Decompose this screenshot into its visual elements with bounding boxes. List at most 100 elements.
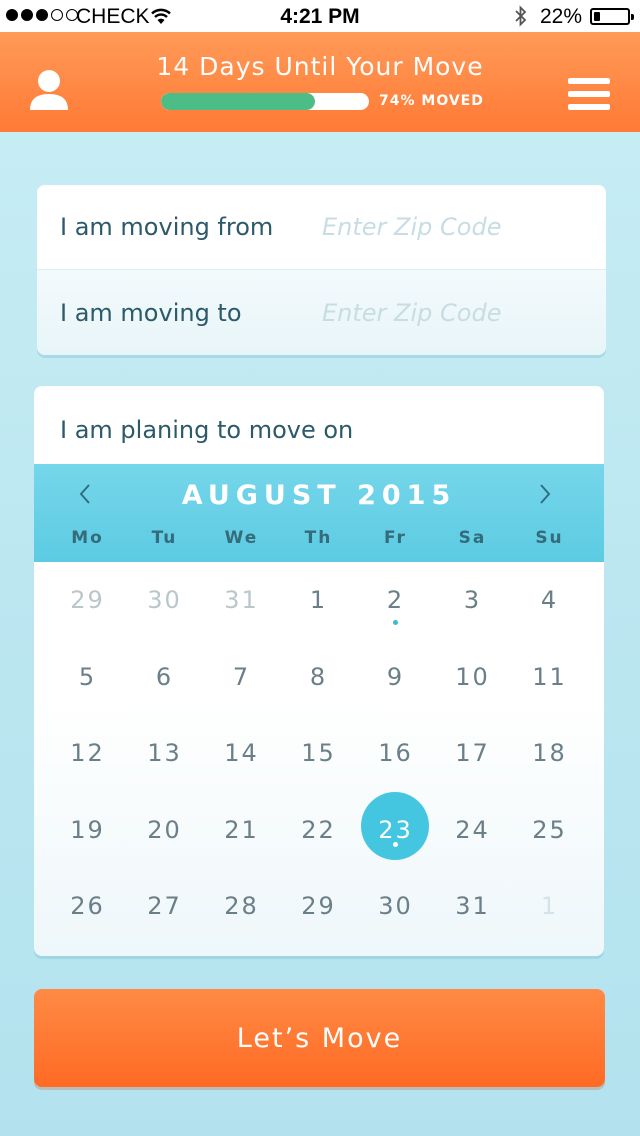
calendar-day[interactable]: 16 bbox=[357, 715, 434, 791]
weekday-label: Sa bbox=[458, 528, 487, 548]
calendar-day-selected[interactable]: 23 bbox=[357, 791, 434, 868]
calendar-day-number: 29 bbox=[301, 892, 336, 920]
weekday-header-row: Mo Tu We Th Fr Sa Su bbox=[49, 528, 589, 548]
calendar-day-number: 31 bbox=[224, 586, 259, 614]
calendar-day[interactable]: 24 bbox=[434, 792, 511, 868]
weekday-label: Su bbox=[535, 528, 564, 548]
status-bar: CHECK 4:21 PM 22% bbox=[0, 0, 640, 32]
lets-move-button[interactable]: Let’s Move bbox=[34, 989, 605, 1087]
calendar-day[interactable]: 2 bbox=[357, 562, 434, 638]
calendar-day-number: 30 bbox=[378, 892, 413, 920]
weekday-label: We bbox=[224, 528, 259, 548]
calendar-day[interactable]: 9 bbox=[357, 639, 434, 715]
calendar-day-number: 1 bbox=[540, 892, 559, 920]
calendar-month-title: AUGUST 2015 bbox=[181, 480, 457, 511]
calendar-day-number: 15 bbox=[301, 739, 336, 767]
calendar-day-number: 1 bbox=[309, 586, 328, 614]
event-dot-indicator bbox=[393, 841, 398, 847]
calendar-day[interactable]: 30 bbox=[126, 562, 203, 638]
calendar-day[interactable]: 6 bbox=[126, 639, 203, 715]
calendar-day-number: 29 bbox=[70, 586, 105, 614]
calendar-day-number: 10 bbox=[455, 662, 490, 691]
moving-from-label: I am moving from bbox=[60, 213, 274, 241]
calendar-day-number: 2 bbox=[386, 586, 405, 614]
calendar-day-number: 23 bbox=[378, 815, 413, 844]
calendar-day[interactable]: 8 bbox=[280, 639, 357, 715]
calendar-day[interactable]: 27 bbox=[126, 868, 203, 944]
calendar-day[interactable]: 15 bbox=[280, 715, 357, 791]
calendar-day[interactable]: 30 bbox=[357, 868, 434, 944]
calendar-day-number: 25 bbox=[532, 815, 567, 844]
calendar-day-number: 13 bbox=[147, 739, 182, 767]
calendar-day[interactable]: 13 bbox=[126, 715, 203, 791]
bluetooth-icon bbox=[514, 5, 528, 33]
move-countdown-title: 14 Days Until Your Move bbox=[156, 52, 484, 81]
calendar-day[interactable]: 17 bbox=[434, 715, 511, 791]
calendar-day[interactable]: 3 bbox=[434, 562, 511, 638]
calendar-day[interactable]: 1 bbox=[280, 562, 357, 638]
calendar-day-number: 27 bbox=[147, 892, 182, 920]
calendar-day-number: 18 bbox=[532, 739, 567, 767]
calendar-day-number: 4 bbox=[540, 586, 559, 614]
calendar-day[interactable]: 25 bbox=[511, 792, 588, 868]
event-dot-indicator bbox=[393, 620, 398, 625]
calendar-day-number: 16 bbox=[378, 739, 413, 767]
calendar-day[interactable]: 14 bbox=[203, 715, 280, 791]
calendar-day[interactable]: 10 bbox=[434, 639, 511, 715]
calendar-day[interactable]: 5 bbox=[49, 639, 126, 715]
move-progress-bar bbox=[161, 93, 369, 110]
calendar-day-number: 11 bbox=[532, 662, 567, 691]
calendar-day-number: 14 bbox=[224, 739, 259, 767]
calendar-day[interactable]: 21 bbox=[203, 792, 280, 868]
calendar-day-number: 19 bbox=[70, 815, 105, 844]
calendar-day-number: 28 bbox=[224, 892, 259, 920]
calendar-day[interactable]: 1 bbox=[511, 868, 588, 944]
calendar-day[interactable]: 12 bbox=[49, 715, 126, 791]
calendar-day-number: 24 bbox=[455, 815, 490, 844]
app-header: 14 Days Until Your Move 74% MOVED bbox=[0, 32, 640, 132]
calendar-day-number: 21 bbox=[224, 815, 259, 844]
calendar-day-number: 17 bbox=[455, 739, 490, 767]
calendar-day-number: 3 bbox=[463, 586, 482, 614]
calendar-day[interactable]: 7 bbox=[203, 639, 280, 715]
chevron-right-icon[interactable] bbox=[538, 482, 552, 512]
calendar-day-number: 20 bbox=[147, 815, 182, 844]
moving-to-zip-input[interactable] bbox=[322, 292, 582, 333]
calendar-day[interactable]: 20 bbox=[126, 792, 203, 868]
battery-icon bbox=[590, 8, 634, 25]
calendar-day-number: 9 bbox=[386, 662, 405, 691]
weekday-label: Th bbox=[304, 528, 333, 548]
weekday-label: Fr bbox=[384, 528, 407, 548]
calendar-day-number: 31 bbox=[455, 892, 490, 920]
calendar-day[interactable]: 29 bbox=[49, 562, 126, 638]
calendar-day-number: 30 bbox=[147, 586, 182, 614]
calendar-day[interactable]: 31 bbox=[434, 868, 511, 944]
move-progress-label: 74% MOVED bbox=[379, 93, 484, 109]
calendar-day[interactable]: 26 bbox=[49, 868, 126, 944]
calendar-day-number: 26 bbox=[70, 892, 105, 920]
calendar-day[interactable]: 4 bbox=[511, 562, 588, 638]
moving-from-zip-input[interactable] bbox=[322, 207, 582, 247]
moving-to-label: I am moving to bbox=[60, 298, 242, 327]
calendar-day[interactable]: 29 bbox=[280, 868, 357, 944]
weekday-label: Tu bbox=[151, 528, 178, 548]
moving-to-row: I am moving to bbox=[37, 270, 606, 355]
calendar-day[interactable]: 19 bbox=[49, 792, 126, 868]
calendar-day-number: 7 bbox=[232, 662, 251, 691]
calendar-day-number: 22 bbox=[301, 815, 336, 844]
calendar-day[interactable]: 31 bbox=[203, 562, 280, 638]
calendar-header: AUGUST 2015 Mo Tu We Th Fr Sa Su bbox=[34, 464, 604, 562]
calendar-day-number: 6 bbox=[155, 662, 174, 691]
calendar-day[interactable]: 18 bbox=[511, 715, 588, 791]
calendar-day[interactable]: 11 bbox=[511, 639, 588, 715]
calendar-day[interactable]: 28 bbox=[203, 868, 280, 944]
zip-code-card: I am moving from I am moving to bbox=[37, 185, 606, 355]
calendar-day-number: 5 bbox=[78, 662, 97, 691]
weekday-label: Mo bbox=[71, 528, 104, 548]
calendar-day-number: 12 bbox=[70, 739, 105, 767]
calendar-day-number: 8 bbox=[309, 662, 328, 691]
menu-icon[interactable] bbox=[568, 78, 610, 117]
calendar-day[interactable]: 22 bbox=[280, 792, 357, 868]
move-progress-fill bbox=[161, 93, 315, 110]
battery-percent: 22% bbox=[540, 5, 583, 28]
